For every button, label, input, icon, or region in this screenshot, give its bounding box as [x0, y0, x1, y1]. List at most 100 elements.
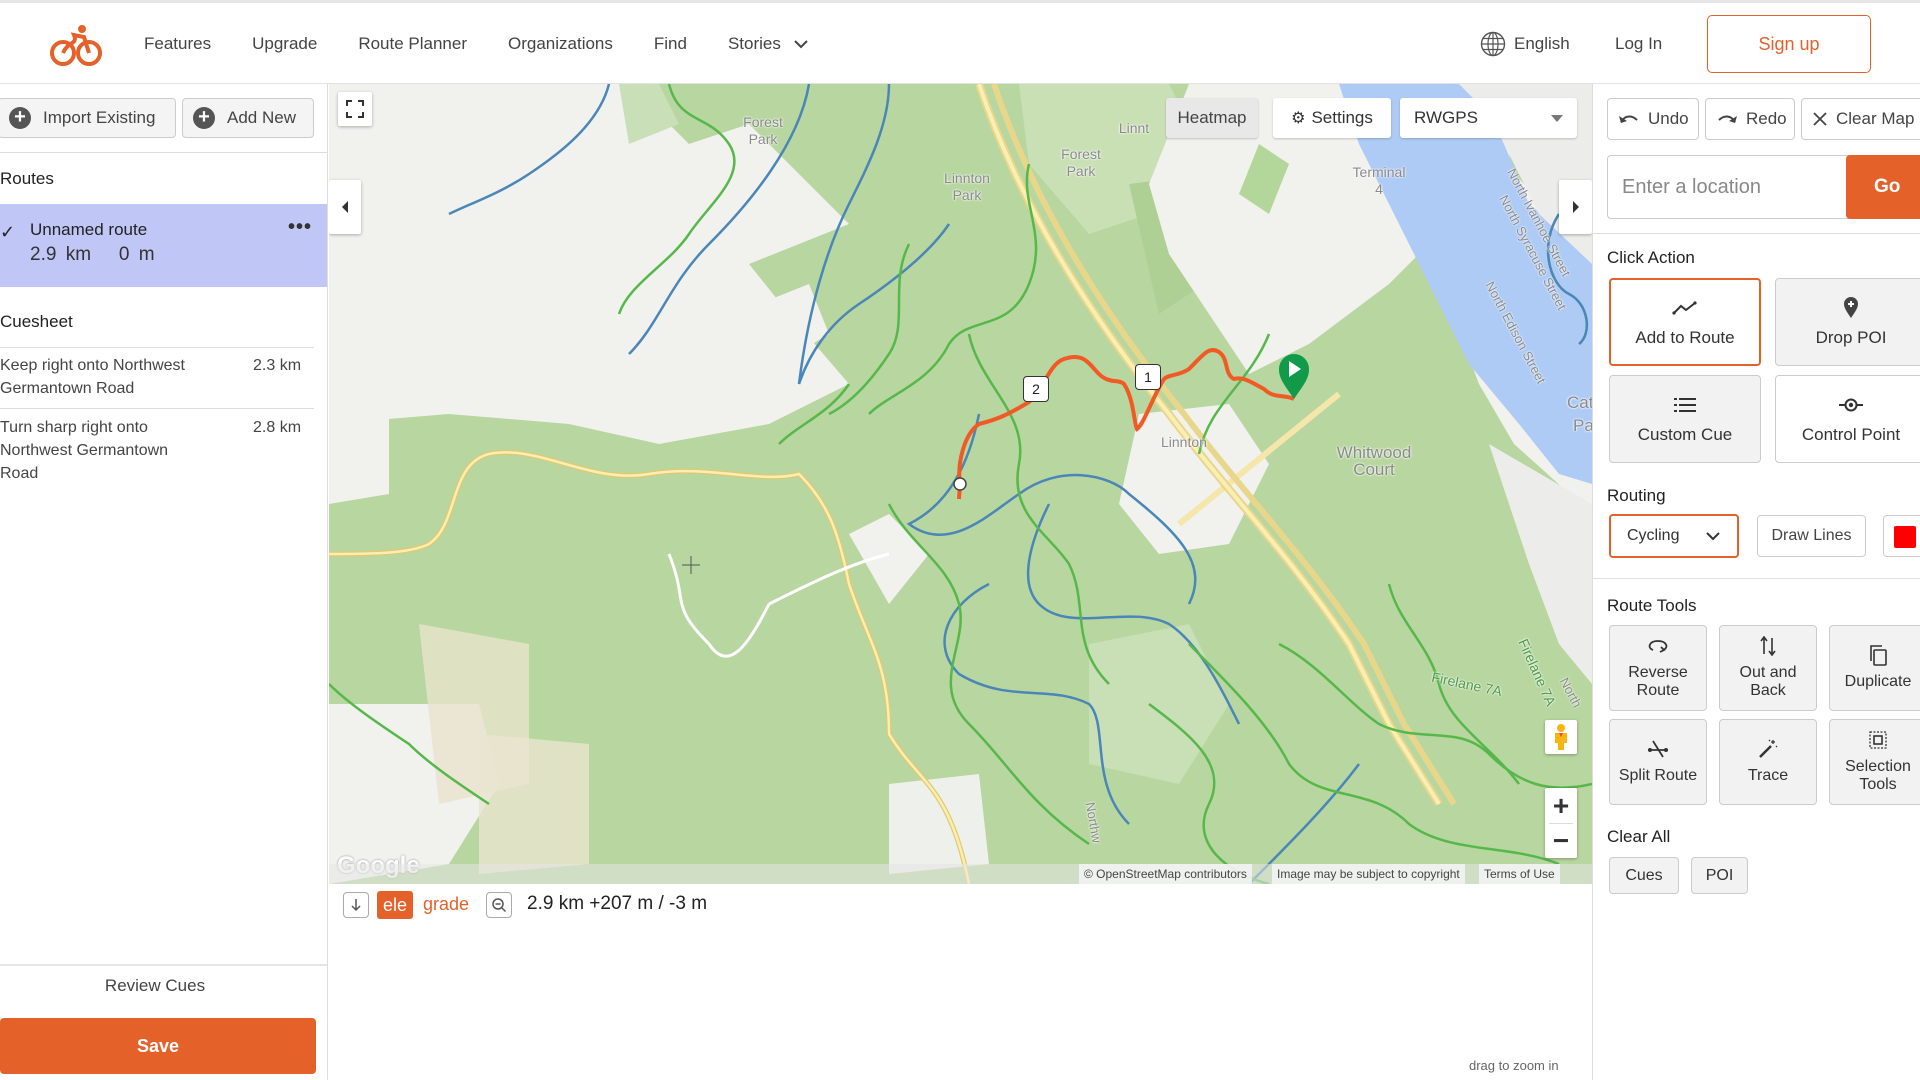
- cue-text: Turn sharp right onto Northwest Germanto…: [0, 419, 169, 482]
- split-route-tool[interactable]: Split Route: [1609, 719, 1707, 805]
- import-existing-button[interactable]: + Import Existing: [0, 98, 176, 138]
- review-cues-button[interactable]: Review Cues: [0, 976, 310, 996]
- collapse-left-panel-button[interactable]: [329, 180, 361, 234]
- arrow-down-icon: [351, 899, 361, 912]
- route-tools-heading: Route Tools: [1607, 596, 1697, 615]
- divider: [1549, 822, 1573, 824]
- add-new-button[interactable]: + Add New: [182, 98, 314, 138]
- elevation-zoom-button[interactable]: [486, 892, 512, 918]
- clear-all-heading: Clear All: [1607, 827, 1671, 846]
- nav-find[interactable]: Find: [654, 34, 687, 54]
- cuesheet-heading: Cuesheet: [0, 312, 73, 331]
- out-and-back-tool[interactable]: Out and Back: [1719, 625, 1817, 711]
- clear-map-label: Clear Map: [1836, 109, 1915, 128]
- cue-item[interactable]: Turn sharp right onto Northwest Germanto…: [0, 416, 320, 488]
- map-layer-value: RWGPS: [1414, 108, 1478, 127]
- map-label: Forest Park: [1061, 146, 1101, 179]
- heatmap-toggle[interactable]: Heatmap: [1166, 98, 1258, 138]
- list-icon: [1674, 398, 1696, 412]
- checkmark-icon: ✓: [0, 222, 16, 242]
- route-marker-1[interactable]: 1: [1135, 364, 1161, 390]
- route-marker-2[interactable]: 2: [1023, 376, 1049, 402]
- undo-button[interactable]: Undo: [1607, 98, 1699, 140]
- elevation-panel: ele grade 2.9 km +207 m / -3 m drag to z…: [329, 884, 1592, 1080]
- selection-tools-tool[interactable]: Selection Tools: [1829, 719, 1920, 805]
- copyright-notice: Image may be subject to copyright: [1272, 864, 1465, 884]
- divider: [1593, 233, 1920, 234]
- map-settings-button[interactable]: ⚙ Settings: [1273, 98, 1391, 138]
- nav-route-planner[interactable]: Route Planner: [358, 34, 467, 54]
- plus-circle-icon: +: [193, 107, 215, 129]
- divider: [0, 152, 327, 153]
- redo-icon: [1718, 115, 1737, 123]
- cue-distance: 2.3 km: [253, 357, 302, 374]
- map-label: Linnt: [1118, 120, 1150, 136]
- nav-organizations[interactable]: Organizations: [508, 34, 613, 54]
- street-view-pegman[interactable]: [1545, 720, 1577, 754]
- custom-cue-action[interactable]: Custom Cue: [1609, 375, 1761, 463]
- collapse-elevation-button[interactable]: [343, 892, 369, 918]
- cue-item[interactable]: Keep right onto Northwest Germantown Roa…: [0, 354, 320, 406]
- route-elevation: 0 m: [118, 244, 155, 265]
- caret-left-icon: [342, 201, 348, 213]
- zoom-out-magnifier-icon: [492, 898, 507, 913]
- map-canvas[interactable]: Forest Park Forest Park Linnton Park Lin…: [329, 84, 1592, 884]
- map-label: Linnton: [1161, 434, 1207, 450]
- nav-upgrade[interactable]: Upgrade: [252, 34, 317, 54]
- map-tiles: [329, 84, 1592, 884]
- draw-lines-button[interactable]: Draw Lines: [1757, 515, 1866, 557]
- terms-of-use-link[interactable]: Terms of Use: [1479, 864, 1560, 884]
- zoom-in-button[interactable]: +: [1553, 790, 1569, 821]
- plus-circle-icon: +: [9, 107, 31, 129]
- map-label: Whitwood Court: [1336, 443, 1412, 479]
- route-waypoint-marker[interactable]: [953, 477, 967, 491]
- clear-map-button[interactable]: Clear Map: [1801, 98, 1920, 140]
- duplicate-tool[interactable]: Duplicate: [1829, 625, 1920, 711]
- signup-button[interactable]: Sign up: [1707, 15, 1871, 73]
- routing-heading: Routing: [1607, 486, 1666, 505]
- divider: [1593, 578, 1920, 579]
- control-point-action[interactable]: Control Point: [1775, 375, 1920, 463]
- map-layer-select[interactable]: RWGPS: [1400, 98, 1577, 138]
- reverse-route-tool[interactable]: Reverse Route: [1609, 625, 1707, 711]
- routes-heading: Routes: [0, 169, 54, 188]
- route-name: Unnamed route: [30, 220, 148, 239]
- save-button[interactable]: Save: [0, 1018, 316, 1074]
- go-button[interactable]: Go: [1846, 155, 1920, 219]
- cue-distance: 2.8 km: [253, 419, 302, 436]
- reverse-icon: [1648, 640, 1668, 653]
- trace-label: Trace: [1747, 767, 1789, 784]
- cyclist-logo-icon[interactable]: [48, 23, 104, 67]
- redo-button[interactable]: Redo: [1705, 98, 1795, 140]
- routing-mode-select[interactable]: Cycling: [1609, 514, 1739, 558]
- location-search-input[interactable]: Enter a location: [1607, 155, 1853, 219]
- trace-tool[interactable]: Trace: [1719, 719, 1817, 805]
- route-stats: 2.9 km 0 m: [30, 244, 155, 266]
- drop-poi-action[interactable]: Drop POI: [1775, 278, 1920, 366]
- location-placeholder: Enter a location: [1622, 175, 1761, 198]
- elevation-tab[interactable]: ele: [377, 891, 413, 919]
- divider: [0, 347, 314, 348]
- split-route-label: Split Route: [1618, 767, 1698, 784]
- poi-pin-icon: [1844, 297, 1858, 318]
- add-to-route-action[interactable]: Add to Route: [1609, 278, 1761, 366]
- fullscreen-button[interactable]: [338, 92, 372, 126]
- clear-poi-button[interactable]: POI: [1691, 857, 1748, 894]
- clear-cues-button[interactable]: Cues: [1609, 857, 1679, 894]
- zoom-out-button[interactable]: −: [1553, 825, 1569, 856]
- map-label: Pa: [1573, 416, 1592, 435]
- elevation-stats: 2.9 km +207 m / -3 m: [527, 893, 708, 914]
- chevron-down-icon: [1706, 532, 1720, 541]
- nav-features[interactable]: Features: [144, 34, 211, 54]
- language-selector[interactable]: English: [1480, 31, 1570, 57]
- grade-tab[interactable]: grade: [423, 894, 469, 915]
- collapse-right-panel-button[interactable]: [1559, 180, 1592, 234]
- dropdown-caret-icon: [1551, 115, 1563, 122]
- route-color-picker[interactable]: [1883, 515, 1920, 557]
- login-link[interactable]: Log In: [1615, 34, 1662, 54]
- divider: [0, 964, 327, 966]
- more-options-icon[interactable]: •••: [288, 216, 312, 239]
- route-list-item[interactable]: ✓ Unnamed route 2.9 km 0 m •••: [0, 204, 327, 287]
- nav-stories[interactable]: Stories: [728, 34, 809, 54]
- close-icon: [1813, 112, 1827, 126]
